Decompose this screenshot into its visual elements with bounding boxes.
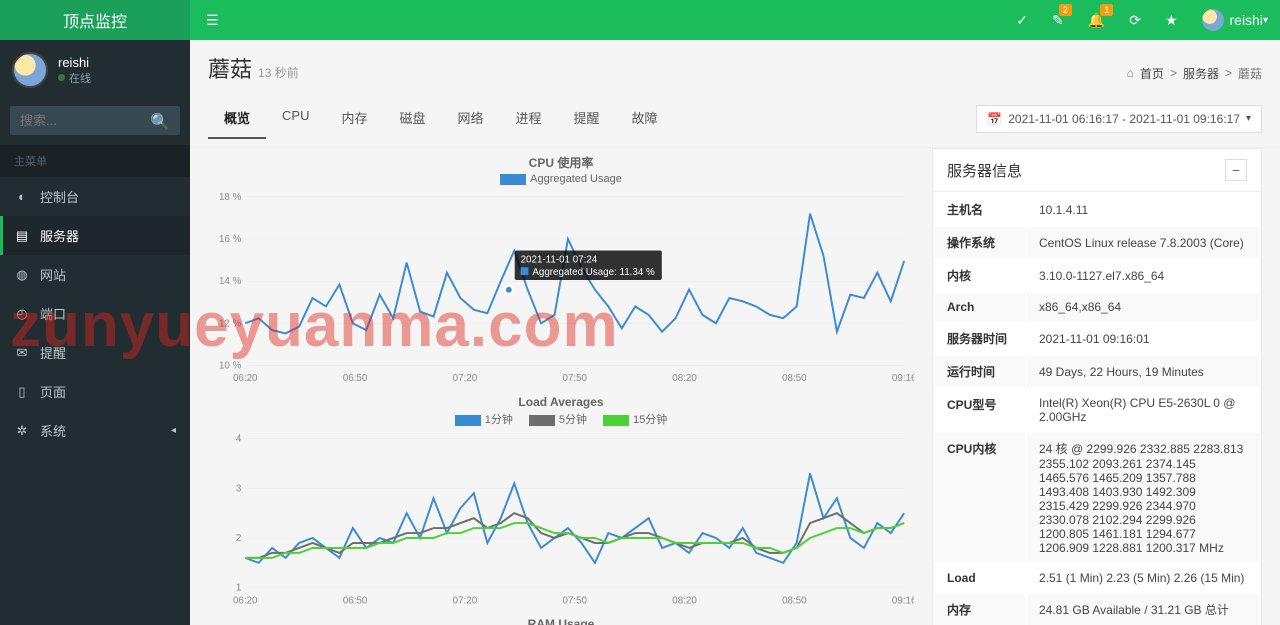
menu-icon: ◐	[14, 189, 30, 204]
notes-icon[interactable]: ✎2	[1040, 0, 1076, 40]
menu-icon: ▤	[14, 228, 30, 244]
star-icon[interactable]: ★	[1153, 0, 1190, 40]
svg-text:08:50: 08:50	[782, 373, 807, 384]
svg-text:08:20: 08:20	[672, 595, 697, 606]
breadcrumb-mid[interactable]: 服务器	[1183, 65, 1219, 82]
sidebar-item-6[interactable]: ✲系统◂	[0, 411, 190, 450]
menu-header: 主菜单	[0, 145, 190, 177]
topbar-user[interactable]: reishi ▾	[1190, 0, 1280, 40]
avatar	[12, 52, 48, 88]
sidebar-item-0[interactable]: ◐控制台	[0, 177, 190, 216]
info-table: 主机名10.1.4.11操作系统CentOS Linux release 7.8…	[933, 192, 1261, 625]
svg-text:12 %: 12 %	[219, 318, 242, 329]
svg-text:06:20: 06:20	[233, 373, 258, 384]
svg-text:09:16: 09:16	[892, 373, 914, 384]
refresh-icon[interactable]: ⟳	[1117, 0, 1153, 40]
svg-text:06:50: 06:50	[343, 595, 368, 606]
user-status: 在线	[58, 70, 91, 86]
svg-text:10 %: 10 %	[219, 360, 242, 371]
tabs: 概览CPU内存磁盘网络进程提醒故障	[208, 98, 674, 139]
tab-0[interactable]: 概览	[208, 98, 266, 139]
tab-7[interactable]: 故障	[616, 98, 674, 139]
chevron-down-icon: ▾	[1263, 15, 1268, 26]
sidebar: 顶点监控 reishi 在线 🔍 主菜单 ◐控制台▤服务器◍网站◴端口✉提醒▯页…	[0, 0, 190, 625]
svg-text:2: 2	[236, 533, 241, 544]
svg-text:06:50: 06:50	[343, 373, 368, 384]
menu-icon: ✲	[14, 423, 30, 439]
menu-icon: ◍	[14, 267, 30, 283]
svg-text:06:20: 06:20	[233, 595, 258, 606]
sidebar-item-2[interactable]: ◍网站	[0, 255, 190, 294]
svg-text:07:20: 07:20	[453, 595, 478, 606]
svg-text:07:50: 07:50	[562, 373, 587, 384]
sidebar-item-1[interactable]: ▤服务器	[0, 216, 190, 255]
tab-5[interactable]: 进程	[500, 98, 558, 139]
cpu-usage-chart: CPU 使用率 Aggregated Usage 10 %12 %14 %16 …	[208, 154, 914, 389]
panel-title: 服务器信息	[947, 160, 1022, 181]
menu-icon: ▯	[14, 384, 30, 400]
user-name: reishi	[58, 55, 91, 70]
sidebar-item-3[interactable]: ◴端口	[0, 294, 190, 333]
dashboard-icon: ⌂	[1127, 66, 1134, 80]
svg-text:14 %: 14 %	[219, 276, 242, 287]
svg-text:4: 4	[236, 434, 242, 445]
menu-icon: ◴	[14, 306, 30, 322]
tab-2[interactable]: 内存	[325, 98, 383, 139]
sidebar-item-4[interactable]: ✉提醒	[0, 333, 190, 372]
tab-1[interactable]: CPU	[266, 98, 325, 139]
tab-3[interactable]: 磁盘	[383, 98, 441, 139]
search-icon[interactable]: 🔍	[150, 112, 170, 132]
breadcrumb-last: 蘑菇	[1238, 65, 1262, 82]
svg-text:09:16: 09:16	[892, 595, 914, 606]
chevron-down-icon: ▾	[1246, 113, 1251, 124]
svg-text:08:20: 08:20	[672, 373, 697, 384]
svg-text:18 %: 18 %	[219, 192, 242, 203]
collapse-button[interactable]: −	[1225, 159, 1247, 181]
sidebar-item-5[interactable]: ▯页面	[0, 372, 190, 411]
svg-text:07:20: 07:20	[453, 373, 478, 384]
breadcrumb: ⌂ 首页 > 服务器 > 蘑菇	[1127, 65, 1262, 82]
sidebar-search: 🔍	[10, 106, 180, 135]
menu-toggle-icon[interactable]: ☰	[190, 12, 235, 29]
breadcrumb-home[interactable]: 首页	[1140, 65, 1164, 82]
svg-text:2021-11-01 07:24: 2021-11-01 07:24	[521, 254, 598, 265]
menu-icon: ✉	[14, 345, 30, 361]
svg-text:3: 3	[236, 483, 242, 494]
server-info-panel: 服务器信息 − 主机名10.1.4.11操作系统CentOS Linux rel…	[932, 148, 1262, 625]
topbar: ☰ ✓ ✎2 🔔1 ⟳ ★ reishi ▾	[190, 0, 1280, 40]
bell-icon[interactable]: 🔔1	[1076, 0, 1117, 40]
svg-text:08:50: 08:50	[782, 595, 807, 606]
brand-title: 顶点监控	[0, 0, 190, 40]
tasks-icon[interactable]: ✓	[1004, 0, 1040, 40]
svg-text:16 %: 16 %	[219, 234, 242, 245]
svg-text:07:50: 07:50	[562, 595, 587, 606]
content: 蘑菇 13 秒前 ⌂ 首页 > 服务器 > 蘑菇 概览CPU内存磁盘网络进程提醒…	[190, 40, 1280, 625]
calendar-icon: 📅	[987, 112, 1002, 126]
page-subtitle: 13 秒前	[258, 64, 299, 81]
date-range-picker[interactable]: 📅 2021-11-01 06:16:17 - 2021-11-01 09:16…	[976, 105, 1262, 133]
svg-text:1: 1	[236, 583, 241, 594]
ram-usage-chart: RAM Usage	[208, 617, 914, 625]
user-panel: reishi 在线	[0, 40, 190, 100]
tab-6[interactable]: 提醒	[558, 98, 616, 139]
load-avg-chart: Load Averages 1分钟 5分钟 15分钟 123406:2006:5…	[208, 395, 914, 611]
page-title: 蘑菇	[208, 52, 252, 84]
tab-4[interactable]: 网络	[442, 98, 500, 139]
svg-text:Aggregated Usage: 11.34 %: Aggregated Usage: 11.34 %	[532, 267, 655, 278]
